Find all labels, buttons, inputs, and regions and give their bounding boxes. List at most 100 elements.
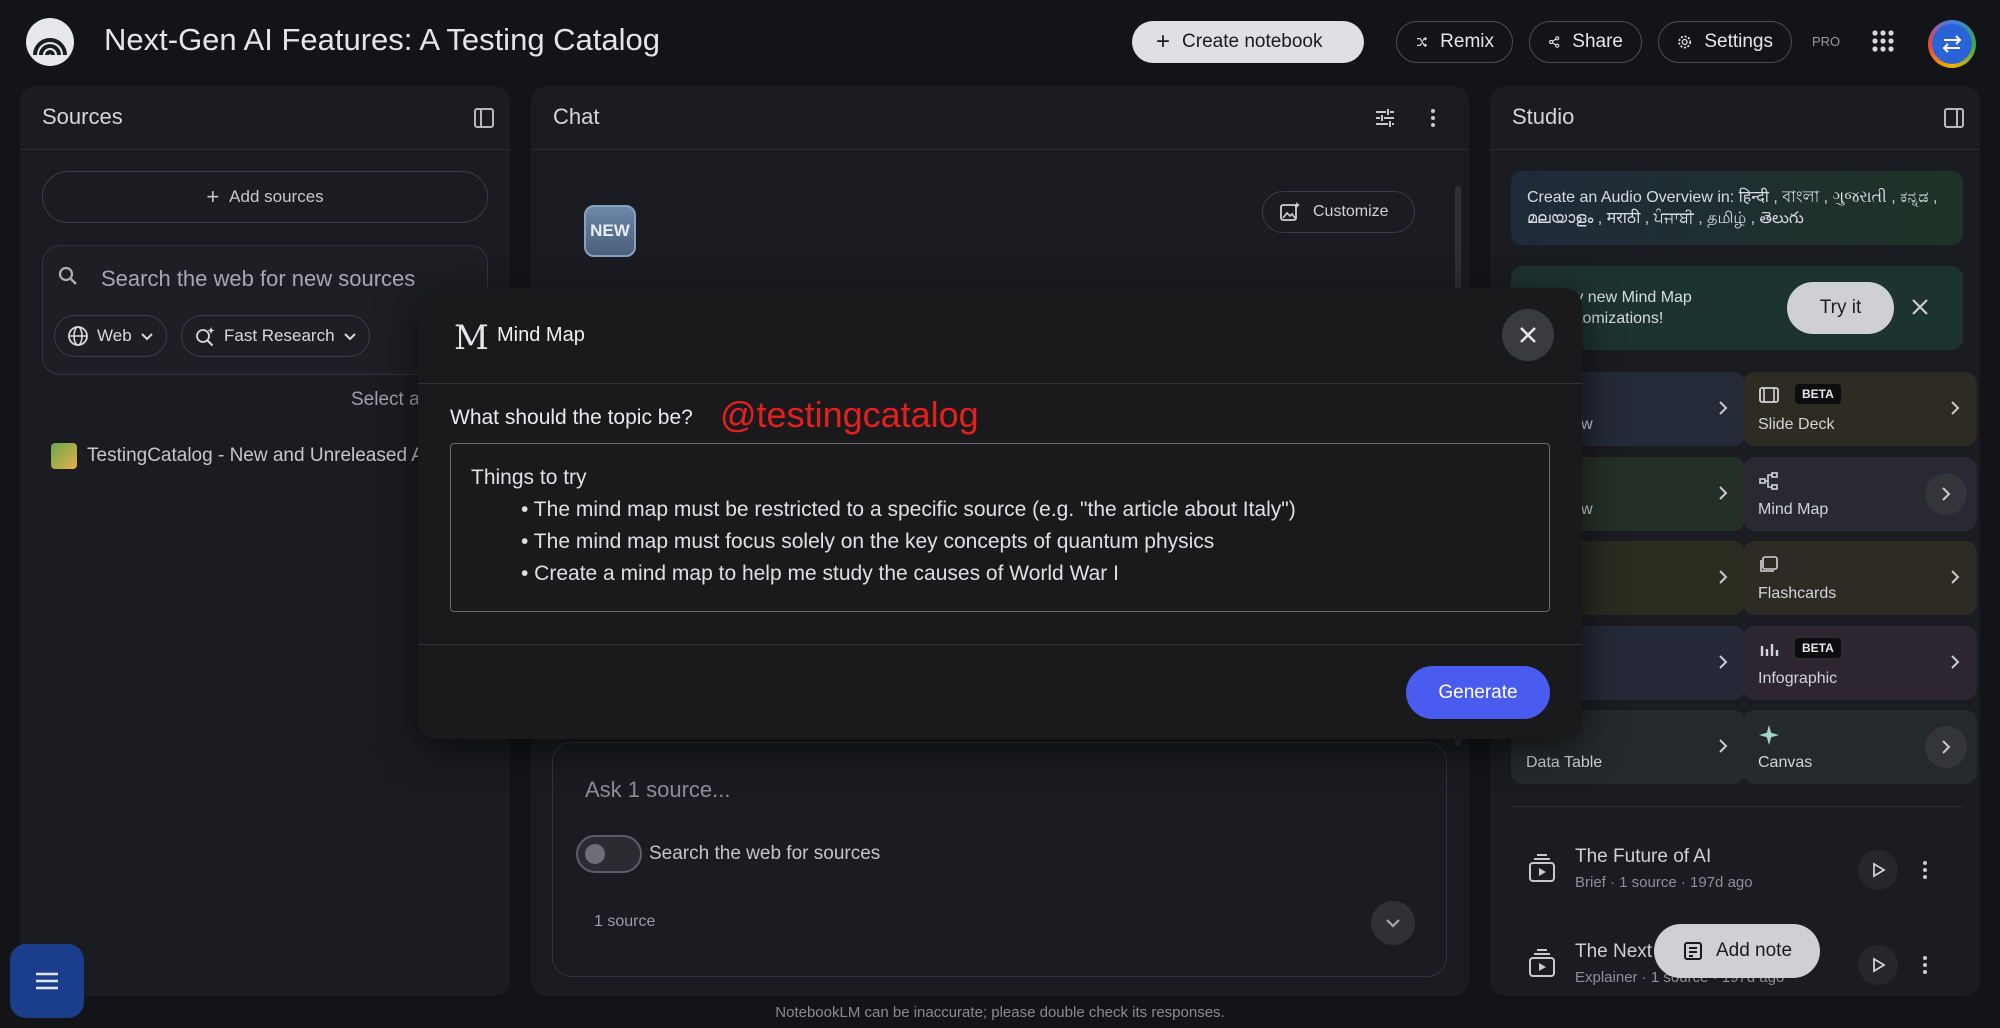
tile-canvas[interactable]: Canvas <box>1743 710 1977 784</box>
suggestion-item: • Create a mind map to help me study the… <box>521 562 1119 585</box>
mind-map-icon <box>1759 472 1778 490</box>
collapse-panel-icon[interactable] <box>1942 106 1966 130</box>
chevron-right-icon <box>1951 401 1960 415</box>
search-icon <box>56 264 80 288</box>
mind-map-open-button[interactable] <box>1925 473 1967 515</box>
note-item[interactable]: The Future of AI Brief · 1 source · 197d… <box>1575 846 1753 891</box>
chevron-right-icon <box>1951 655 1960 669</box>
tile-mind-map[interactable]: Mind Map <box>1743 457 1977 531</box>
studio-header: Studio <box>1490 86 1980 150</box>
dialog-divider <box>418 383 1582 384</box>
tile-label: Flashcards <box>1758 585 1837 602</box>
more-vert-icon[interactable] <box>1915 858 1935 882</box>
chat-title: Chat <box>553 104 600 129</box>
share-button[interactable]: Share <box>1529 21 1642 63</box>
sources-title: Sources <box>42 104 123 129</box>
canvas-open-button[interactable] <box>1925 726 1967 768</box>
note-subtitle: Brief · 1 source · 197d ago <box>1575 874 1753 891</box>
research-chip-label: Fast Research <box>224 326 335 345</box>
chevron-down-icon <box>1386 919 1400 928</box>
chevron-right-icon <box>1719 486 1728 500</box>
gear-icon <box>1678 35 1692 49</box>
menu-icon <box>36 972 58 990</box>
share-label: Share <box>1572 31 1623 52</box>
source-item[interactable]: TestingCatalog - New and Unreleased A <box>51 443 424 469</box>
tile-flashcards[interactable]: Flashcards <box>1743 541 1977 615</box>
more-vert-icon[interactable] <box>1421 106 1445 130</box>
mind-map-letter-icon: M <box>454 318 489 358</box>
notebooklm-logo[interactable] <box>26 18 74 66</box>
mindmap-promo-text: ry new Mind Map stomizations! <box>1570 287 1692 329</box>
chat-header: Chat <box>531 86 1469 150</box>
customize-button[interactable]: Customize <box>1262 191 1415 233</box>
beta-badge: BETA <box>1795 638 1841 658</box>
dialog-divider <box>418 644 1582 645</box>
apps-grid-icon[interactable] <box>1871 29 1895 53</box>
flashcards-icon <box>1760 556 1778 572</box>
create-notebook-button[interactable]: + Create notebook <box>1132 21 1364 63</box>
web-source-dropdown[interactable]: Web <box>54 315 167 357</box>
add-note-label: Add note <box>1715 940 1793 961</box>
add-sources-label: Add sources <box>229 187 324 206</box>
chevron-right-icon <box>1951 570 1960 584</box>
close-icon[interactable] <box>1908 295 1932 319</box>
podcast-icon <box>1526 948 1558 980</box>
chevron-right-icon <box>1719 739 1728 753</box>
customize-label: Customize <box>1313 203 1389 220</box>
audio-overview-language-banner[interactable]: Create an Audio Overview in: हिन्दी , বা… <box>1511 171 1963 245</box>
globe-icon <box>68 326 88 346</box>
sources-header: Sources <box>20 86 510 150</box>
more-vert-icon[interactable] <box>1915 953 1935 977</box>
create-notebook-label: Create notebook <box>1182 31 1323 52</box>
close-dialog-button[interactable] <box>1502 309 1554 361</box>
watermark: @testingcatalog <box>720 394 979 435</box>
play-button[interactable] <box>1858 945 1898 985</box>
expand-button[interactable] <box>1371 901 1415 945</box>
tune-icon[interactable] <box>1373 106 1397 130</box>
collapse-panel-icon[interactable] <box>472 106 496 130</box>
suggestion-item: • The mind map must be restricted to a s… <box>521 498 1296 521</box>
add-sources-button[interactable]: + Add sources <box>42 171 488 223</box>
web-search-toggle[interactable] <box>576 835 642 873</box>
tile-slide-deck[interactable]: BETA Slide Deck <box>1743 372 1977 446</box>
dialog-title: Mind Map <box>497 324 585 346</box>
chat-input[interactable]: Ask 1 source... <box>585 777 731 803</box>
source-item-label: TestingCatalog - New and Unreleased A <box>87 445 424 466</box>
research-mode-dropdown[interactable]: Fast Research <box>181 315 370 357</box>
notebook-title[interactable]: Next-Gen AI Features: A Testing Catalog <box>104 22 660 58</box>
play-button[interactable] <box>1858 850 1898 890</box>
tile-label: Mind Map <box>1758 501 1829 518</box>
footer-disclaimer: NotebookLM can be inaccurate; please dou… <box>775 1004 1225 1021</box>
avatar[interactable] <box>1928 20 1976 68</box>
tile-infographic[interactable]: BETA Infographic <box>1743 626 1977 700</box>
select-all-label[interactable]: Select a <box>351 389 420 411</box>
generate-button[interactable]: Generate <box>1406 666 1550 719</box>
source-count: 1 source <box>594 913 656 930</box>
tile-label: Canvas <box>1758 754 1813 771</box>
add-note-button[interactable]: Add note <box>1654 924 1820 978</box>
settings-button[interactable]: Settings <box>1658 21 1792 63</box>
sparkle-search-icon <box>196 327 215 347</box>
search-input[interactable]: Search the web for new sources <box>101 266 415 292</box>
plus-icon: + <box>206 184 220 209</box>
note-icon <box>1683 942 1702 960</box>
close-icon <box>1520 327 1536 343</box>
bar-chart-icon <box>1760 644 1779 656</box>
tile-label: Slide Deck <box>1758 416 1835 433</box>
chevron-down-icon <box>343 333 356 341</box>
remix-button[interactable]: Remix <box>1396 21 1513 63</box>
remix-label: Remix <box>1440 31 1494 52</box>
slides-icon <box>1759 387 1779 403</box>
source-favicon-icon <box>51 443 77 469</box>
try-it-button[interactable]: Try it <box>1787 282 1894 334</box>
chevron-right-icon <box>1719 655 1728 669</box>
things-to-try-heading: Things to try <box>471 466 587 489</box>
studio-divider <box>1511 806 1963 807</box>
topic-textarea[interactable]: Things to try • The mind map must be res… <box>450 443 1550 612</box>
web-search-toggle-label: Search the web for sources <box>649 843 881 864</box>
tile-label: Infographic <box>1758 670 1838 687</box>
beta-badge: BETA <box>1795 384 1841 404</box>
chevron-right-icon <box>1942 740 1951 754</box>
chevron-down-icon <box>140 333 153 341</box>
play-icon <box>1873 862 1886 878</box>
